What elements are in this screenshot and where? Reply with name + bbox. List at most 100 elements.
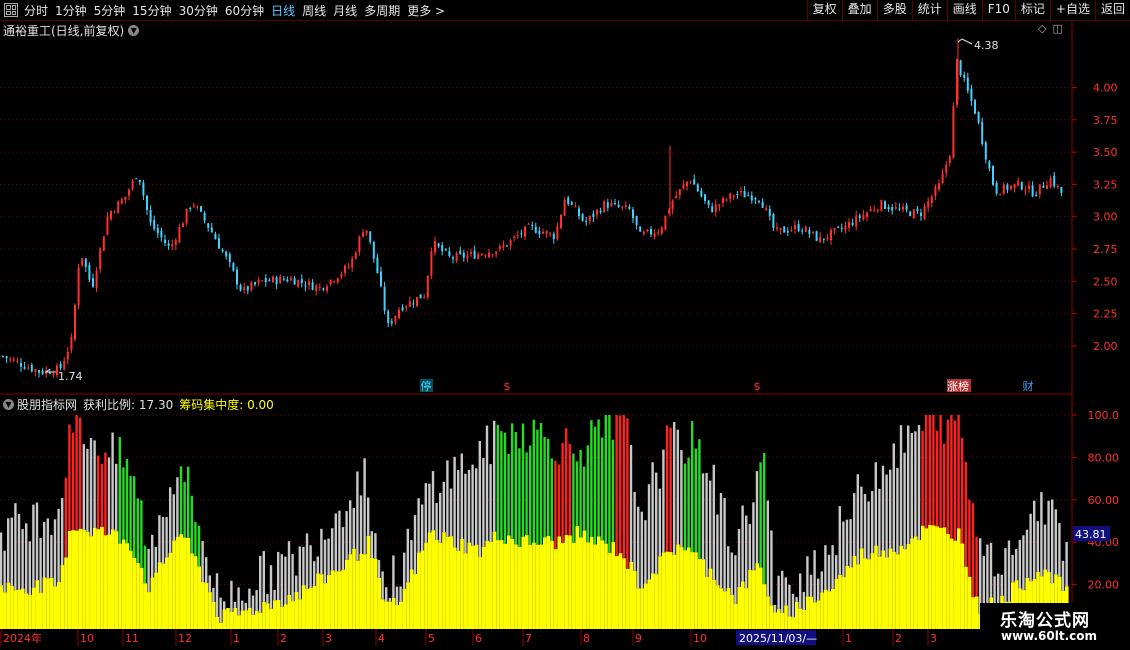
indicator-name[interactable]: 股朋指标网: [17, 396, 77, 413]
indicator-bar-base: [237, 615, 241, 629]
indicator-bar-top: [503, 432, 507, 544]
price-tick-label: 3.25: [1093, 178, 1118, 191]
candle-body: [1042, 185, 1045, 188]
chevron-down-icon[interactable]: ▼: [3, 399, 14, 410]
candle-body: [516, 235, 519, 237]
indicator-bar-base: [211, 601, 216, 629]
candle-body: [531, 224, 534, 226]
indicator-bar-top: [287, 541, 291, 595]
candle-body: [171, 244, 174, 247]
indicator-bar-base: [654, 574, 659, 629]
indicator-bar-base: [42, 577, 47, 629]
indicator-bar-base: [244, 610, 248, 629]
indicator-bar-top: [637, 506, 640, 589]
indicator-bar-top: [464, 473, 467, 554]
indicator-bar-base: [327, 575, 331, 629]
expand-icon[interactable]: ◫: [1052, 22, 1062, 35]
indicator-bar-top: [928, 415, 931, 525]
candle-body: [380, 271, 382, 287]
indicator-bar-base: [730, 594, 734, 629]
indicator-bar-top: [705, 472, 708, 577]
indicator-bar-top: [32, 504, 35, 588]
indicator-bar-base: [247, 607, 252, 629]
candle-body: [128, 189, 130, 196]
indicator-bar-base: [874, 545, 878, 629]
indicator-bar-top: [363, 458, 366, 555]
indicator-bar-top: [255, 590, 258, 611]
candle-body: [520, 233, 523, 235]
candle-body: [387, 311, 390, 323]
indicator-bar-base: [852, 555, 857, 629]
indicator-bar-base: [312, 585, 317, 629]
candle-body: [538, 230, 541, 234]
indicator-bar-base: [240, 610, 245, 629]
candle-body: [1060, 187, 1063, 193]
candle-body: [390, 321, 393, 324]
indicator-bar-base: [60, 565, 65, 629]
indicator-bar-top: [251, 595, 255, 615]
indicator-bar-base: [449, 536, 453, 629]
indicator-bar-base: [921, 525, 925, 629]
candle-body: [200, 206, 202, 212]
indicator-bar-top: [777, 575, 780, 610]
indicator-bar-top: [644, 520, 647, 584]
indicator-bar-base: [532, 542, 536, 629]
indicator-bar-base: [186, 537, 191, 629]
indicator-bar-base: [283, 604, 288, 629]
candle-body: [297, 280, 300, 287]
indicator-bar-top: [629, 445, 633, 562]
candle-body: [869, 208, 872, 212]
candle-body: [84, 258, 87, 267]
indicator-bar-base: [492, 531, 497, 629]
indicator-bar-base: [571, 542, 576, 629]
candle-body: [786, 231, 789, 233]
indicator-bar-top: [521, 423, 525, 537]
indicator-bar-base: [762, 584, 767, 629]
candle-body: [34, 369, 37, 373]
indicator-bar-top: [539, 422, 543, 545]
indicator-bar-top: [597, 419, 600, 537]
indicator-bar-base: [510, 538, 515, 629]
indicator-bar-base: [672, 554, 677, 629]
indicator-bar-top: [485, 425, 489, 541]
indicator-bar-base: [798, 608, 803, 629]
candle-body: [398, 309, 400, 319]
candle-body: [1056, 185, 1059, 188]
indicator-bar-base: [859, 548, 864, 629]
indicator-bar-base: [629, 561, 633, 629]
indicator-bar-top: [309, 545, 312, 588]
chevron-down-icon[interactable]: ▼: [128, 25, 140, 36]
indicator-bar-top: [493, 420, 496, 532]
indicator-bar-top: [208, 575, 211, 593]
indicator-bar-top: [1054, 509, 1057, 575]
candle-body: [408, 300, 411, 307]
indicator-bar-top: [640, 511, 643, 589]
diamond-icon[interactable]: ◇: [1038, 22, 1046, 35]
candle-body: [412, 303, 415, 305]
candle-body: [858, 215, 861, 218]
indicator-bar-top: [183, 482, 186, 538]
candle-body: [358, 236, 361, 252]
candle-body: [142, 182, 145, 196]
stock-title[interactable]: 通裕重工(日线,前复权) ▼: [3, 22, 140, 39]
indicator-bar-top: [107, 457, 111, 535]
chart-canvas[interactable]: 4.00 3.75 3.50 3.25 3.00 2.75 2.50 2.25 2.00 4.38…: [0, 0, 1130, 650]
candle-body: [120, 199, 123, 204]
indicator-bar-base: [751, 570, 756, 629]
indicator-bar-base: [737, 586, 741, 629]
indicator-bar-base: [528, 544, 533, 629]
candle-body: [750, 195, 753, 201]
indicator-bar-base: [154, 572, 158, 629]
indicator-bar-top: [1040, 492, 1043, 577]
indicator-bar-top: [856, 474, 859, 565]
candle-body: [491, 254, 494, 256]
indicator-bar-top: [388, 598, 391, 602]
indicator-bar-top: [118, 437, 121, 544]
indicator-bar-top: [896, 467, 899, 555]
indicator-bar-base: [67, 530, 72, 629]
indicator-bar-base: [960, 543, 965, 629]
indicator-bar-top: [712, 464, 715, 580]
indicator-bar-top: [694, 448, 697, 553]
indicator-bar-base: [723, 591, 727, 629]
candle-body: [873, 209, 876, 211]
